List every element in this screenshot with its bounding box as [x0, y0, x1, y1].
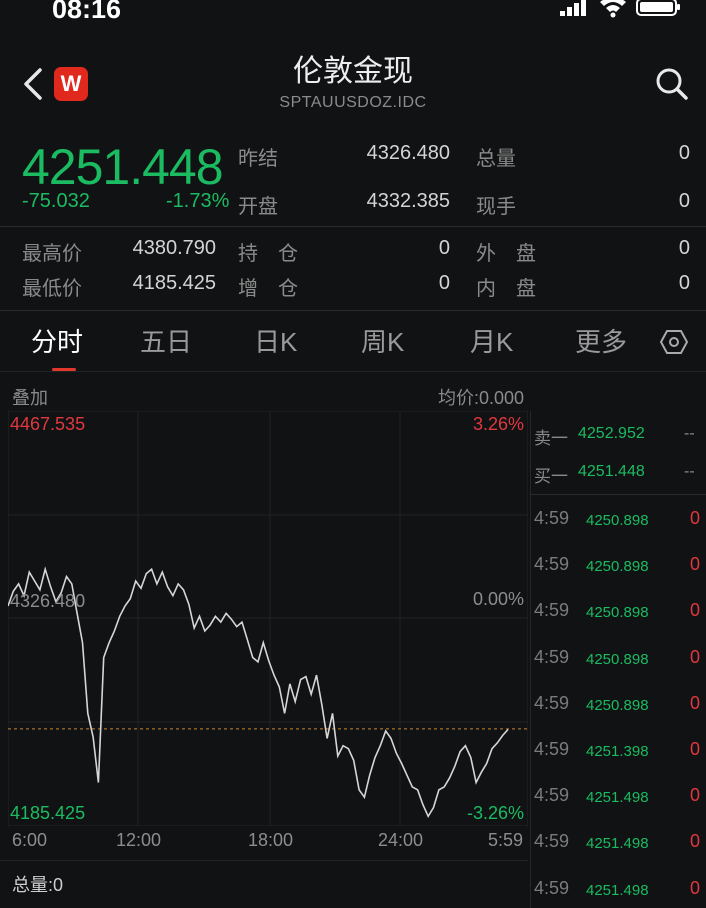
divider: [0, 310, 706, 311]
stat-value: 4332.385: [366, 190, 450, 212]
search-icon[interactable]: [654, 66, 690, 102]
tick-time: 4:59: [534, 646, 570, 667]
stat-value: 0: [438, 237, 450, 259]
stat-value: 0: [678, 142, 690, 164]
ask-volume: --: [684, 425, 695, 442]
tick-volume: 0: [690, 739, 701, 759]
tick-time: 4:59: [534, 877, 570, 898]
stat-label: 外 盘: [476, 243, 536, 265]
tick-time: 4:59: [534, 831, 570, 852]
tick-volume: 0: [690, 508, 701, 528]
tick-volume: 0: [690, 600, 701, 621]
overlay-button[interactable]: 叠加: [12, 384, 48, 410]
bid-label: 买一: [534, 467, 568, 486]
x-axis-label: 6:00: [12, 830, 48, 850]
pct-mid-label: 0.00%: [472, 589, 524, 609]
stat-label: 增 仓: [238, 278, 298, 300]
tab-monthly-k[interactable]: 月K: [470, 322, 513, 359]
tick-time: 4:59: [534, 554, 570, 575]
tick-time: 4:59: [534, 739, 570, 759]
tick-time: 4:59: [534, 508, 570, 528]
tab-more[interactable]: 更多: [575, 322, 627, 359]
stat-value: 0: [678, 237, 690, 259]
ask-price: 4252.952: [578, 425, 645, 442]
divider: [0, 860, 528, 861]
stat-label: 开盘: [238, 196, 278, 218]
stat-value: 4380.790: [132, 237, 216, 259]
page-title: 伦敦金现: [293, 55, 413, 88]
ask-label: 卖一: [534, 429, 568, 448]
divider: [0, 226, 706, 227]
tick-price: 4250.898: [586, 650, 649, 668]
bid-price: 4251.448: [578, 463, 645, 480]
tick-volume: 0: [690, 785, 701, 806]
tick-volume: 0: [690, 831, 701, 852]
tick-price: 4250.898: [586, 558, 649, 576]
x-axis-label: 12:00: [116, 830, 162, 850]
tab-five-day[interactable]: 五日: [140, 322, 192, 359]
intraday-chart[interactable]: [8, 411, 528, 826]
stat-value: 4185.425: [132, 272, 216, 294]
tab-intraday[interactable]: 分时: [31, 322, 83, 359]
stat-label: 昨结: [238, 148, 278, 170]
wifi-icon: [600, 0, 626, 18]
battery-icon: [636, 0, 680, 16]
tick-volume: 0: [690, 646, 701, 667]
avg-price: 均价:0.000: [437, 388, 524, 408]
divider: [0, 371, 706, 372]
y-axis-mid-label: 4326.480: [10, 591, 86, 611]
pct-bottom-label: -3.26%: [466, 803, 524, 823]
price-change-pct: -1.73%: [166, 190, 230, 212]
divider: [531, 494, 706, 495]
volume-label: 总量:0: [12, 875, 64, 895]
stat-label: 最低价: [22, 278, 82, 300]
tick-price: 4250.898: [586, 696, 649, 714]
stat-label: 现手: [476, 196, 516, 218]
tick-price: 4251.398: [586, 743, 649, 760]
symbol-code: SPTAUUSDOZ.IDC: [279, 94, 427, 111]
stat-label: 总量: [476, 148, 516, 170]
tick-volume: 0: [690, 877, 701, 898]
tick-price: 4250.898: [586, 604, 649, 622]
tick-price: 4251.498: [586, 835, 649, 853]
last-price: 4251.448: [22, 139, 224, 195]
y-axis-top-label: 4467.535: [10, 414, 86, 434]
stat-label: 最高价: [22, 243, 82, 265]
tick-volume: 0: [690, 692, 701, 713]
pct-top-label: 3.26%: [472, 414, 524, 434]
bid-volume: --: [684, 463, 695, 480]
x-axis-label: 18:00: [248, 830, 294, 850]
tab-daily-k[interactable]: 日K: [254, 322, 297, 359]
stat-label: 内 盘: [476, 278, 536, 300]
tick-price: 4251.498: [586, 881, 649, 899]
settings-icon[interactable]: [660, 328, 688, 356]
tab-weekly-k[interactable]: 周K: [361, 322, 404, 359]
tick-volume: 0: [690, 554, 701, 575]
tick-price: 4250.898: [586, 512, 649, 529]
stat-value: 0: [678, 272, 690, 294]
tick-time: 4:59: [534, 692, 570, 713]
stat-value: 0: [678, 190, 690, 212]
x-axis-label: 5:59: [488, 830, 524, 850]
tick-price: 4251.498: [586, 789, 649, 807]
x-axis-label: 24:00: [378, 830, 424, 850]
tick-time: 4:59: [534, 600, 570, 621]
column-divider: [530, 411, 531, 908]
signal-icon: [560, 0, 586, 16]
stat-label: 持 仓: [238, 243, 298, 265]
status-time: 08:16: [52, 0, 122, 24]
stat-value: 4326.480: [366, 142, 450, 164]
y-axis-bottom-label: 4185.425: [10, 803, 86, 823]
tick-time: 4:59: [534, 785, 570, 806]
price-change: -75.032: [22, 190, 90, 212]
stat-value: 0: [438, 272, 450, 294]
